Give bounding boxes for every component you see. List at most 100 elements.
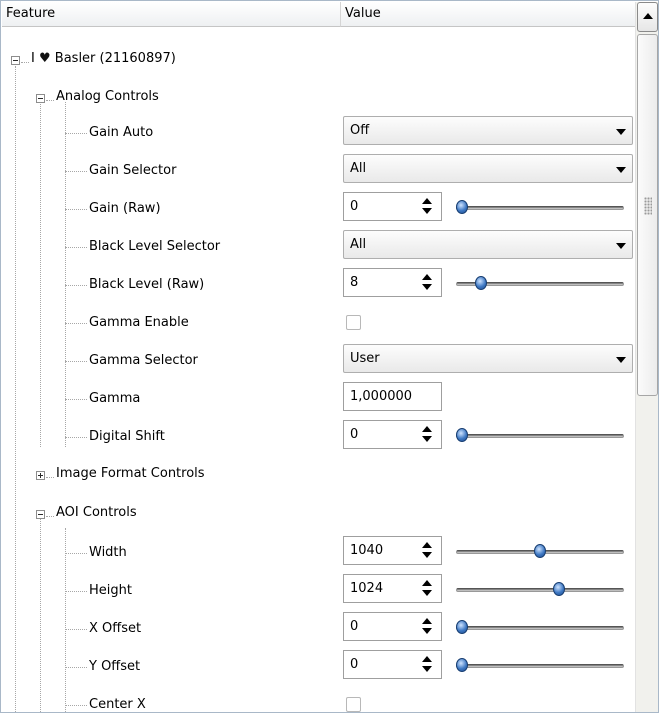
slider-thumb[interactable] — [456, 620, 468, 634]
spin-down-icon[interactable] — [422, 628, 432, 634]
spinbox-value[interactable]: 1024 — [350, 581, 383, 596]
spin-up-icon[interactable] — [422, 656, 432, 662]
height-slider[interactable] — [456, 582, 626, 596]
tree-connector — [65, 399, 87, 400]
feature-row-height[interactable]: Height 1024 — [1, 572, 635, 610]
y-offset-slider[interactable] — [456, 658, 626, 672]
slider-thumb[interactable] — [456, 658, 468, 672]
spin-buttons[interactable] — [416, 613, 441, 640]
gain-auto-dropdown[interactable]: Off — [343, 116, 633, 145]
feature-label: Black Level Selector — [89, 239, 221, 254]
spin-down-icon[interactable] — [422, 208, 432, 214]
feature-row-gain-selector[interactable]: Gain Selector All — [1, 152, 635, 190]
feature-label: Gamma Selector — [89, 353, 198, 368]
collapse-icon[interactable] — [36, 510, 45, 519]
feature-row-gamma[interactable]: Gamma 1,000000 — [1, 380, 635, 418]
spin-down-icon[interactable] — [422, 436, 432, 442]
feature-row-center-x[interactable]: Center X — [1, 686, 635, 712]
spinbox-value[interactable]: 0 — [350, 657, 358, 672]
slider-thumb[interactable] — [456, 428, 468, 442]
gamma-selector-dropdown[interactable]: User — [343, 344, 633, 373]
collapse-icon[interactable] — [11, 56, 20, 65]
feature-row-gamma-enable[interactable]: Gamma Enable — [1, 304, 635, 342]
spin-buttons[interactable] — [416, 193, 441, 220]
spin-down-icon[interactable] — [422, 284, 432, 290]
feature-row-digital-shift[interactable]: Digital Shift 0 — [1, 418, 635, 456]
device-name: Basler (21160897) — [54, 51, 176, 66]
spin-up-icon[interactable] — [422, 198, 432, 204]
digital-shift-slider[interactable] — [456, 428, 626, 442]
y-offset-spinbox[interactable]: 0 — [343, 650, 442, 679]
slider-thumb[interactable] — [456, 200, 468, 214]
spin-buttons[interactable] — [416, 537, 441, 564]
tree-connector — [21, 62, 29, 63]
tree-connector — [65, 171, 87, 172]
width-spinbox[interactable]: 1040 — [343, 536, 442, 565]
tree-connector — [65, 705, 87, 706]
collapse-icon[interactable] — [36, 94, 45, 103]
height-spinbox[interactable]: 1024 — [343, 574, 442, 603]
spin-up-icon[interactable] — [422, 618, 432, 624]
dropdown-value: Off — [350, 123, 370, 138]
gamma-input[interactable]: 1,000000 — [343, 382, 442, 411]
spin-buttons[interactable] — [416, 651, 441, 678]
tree-row-aoi-controls[interactable]: AOI Controls — [1, 497, 635, 535]
spinbox-value[interactable]: 0 — [350, 427, 358, 442]
value-column-header[interactable]: Value — [341, 2, 635, 27]
spinbox-value[interactable]: 0 — [350, 619, 358, 634]
slider-thumb[interactable] — [534, 544, 546, 558]
scroll-up-button[interactable] — [637, 2, 658, 32]
spin-down-icon[interactable] — [422, 590, 432, 596]
feature-row-gain-raw[interactable]: Gain (Raw) 0 — [1, 190, 635, 228]
gamma-enable-checkbox[interactable] — [346, 315, 361, 330]
feature-label: Y Offset — [89, 659, 141, 674]
feature-column-header[interactable]: Feature — [2, 2, 341, 27]
slider-track[interactable] — [456, 434, 624, 438]
feature-row-gain-auto[interactable]: Gain Auto Off — [1, 114, 635, 152]
black-level-raw-slider[interactable] — [456, 276, 626, 290]
tree-row-root[interactable]: I ♥ Basler (21160897) — [1, 43, 635, 81]
feature-row-black-level-raw[interactable]: Black Level (Raw) 8 — [1, 266, 635, 304]
slider-track[interactable] — [456, 664, 624, 668]
feature-row-black-level-selector[interactable]: Black Level Selector All — [1, 228, 635, 266]
spin-up-icon[interactable] — [422, 426, 432, 432]
vertical-scrollbar[interactable] — [635, 2, 658, 712]
spin-buttons[interactable] — [416, 421, 441, 448]
spinbox-value[interactable]: 1040 — [350, 543, 383, 558]
slider-track[interactable] — [456, 588, 624, 592]
expand-icon[interactable] — [36, 471, 45, 480]
black-level-selector-dropdown[interactable]: All — [343, 230, 633, 259]
feature-row-gamma-selector[interactable]: Gamma Selector User — [1, 342, 635, 380]
input-value[interactable]: 1,000000 — [350, 389, 412, 404]
x-offset-spinbox[interactable]: 0 — [343, 612, 442, 641]
spin-up-icon[interactable] — [422, 542, 432, 548]
feature-label: Digital Shift — [89, 429, 165, 444]
feature-label: Black Level (Raw) — [89, 277, 205, 292]
slider-track[interactable] — [456, 626, 624, 630]
spinbox-value[interactable]: 8 — [350, 275, 358, 290]
spin-up-icon[interactable] — [422, 274, 432, 280]
slider-thumb[interactable] — [552, 582, 565, 596]
tree-row-image-format-controls[interactable]: Image Format Controls — [1, 458, 635, 496]
slider-thumb[interactable] — [474, 276, 487, 290]
spin-down-icon[interactable] — [422, 552, 432, 558]
gain-raw-spinbox[interactable]: 0 — [343, 192, 442, 221]
slider-track[interactable] — [456, 206, 624, 210]
feature-row-width[interactable]: Width 1040 — [1, 534, 635, 572]
black-level-raw-spinbox[interactable]: 8 — [343, 268, 442, 297]
feature-row-y-offset[interactable]: Y Offset 0 — [1, 648, 635, 686]
spin-buttons[interactable] — [416, 575, 441, 602]
scrollbar-thumb[interactable] — [637, 34, 658, 396]
x-offset-slider[interactable] — [456, 620, 626, 634]
gain-raw-slider[interactable] — [456, 200, 626, 214]
spin-buttons[interactable] — [416, 269, 441, 296]
width-slider[interactable] — [456, 544, 626, 558]
spinbox-value[interactable]: 0 — [350, 199, 358, 214]
feature-row-x-offset[interactable]: X Offset 0 — [1, 610, 635, 648]
spin-down-icon[interactable] — [422, 666, 432, 672]
digital-shift-spinbox[interactable]: 0 — [343, 420, 442, 449]
spin-up-icon[interactable] — [422, 580, 432, 586]
gain-selector-dropdown[interactable]: All — [343, 154, 633, 183]
center-x-checkbox[interactable] — [346, 697, 361, 712]
tree-connector — [46, 477, 54, 478]
